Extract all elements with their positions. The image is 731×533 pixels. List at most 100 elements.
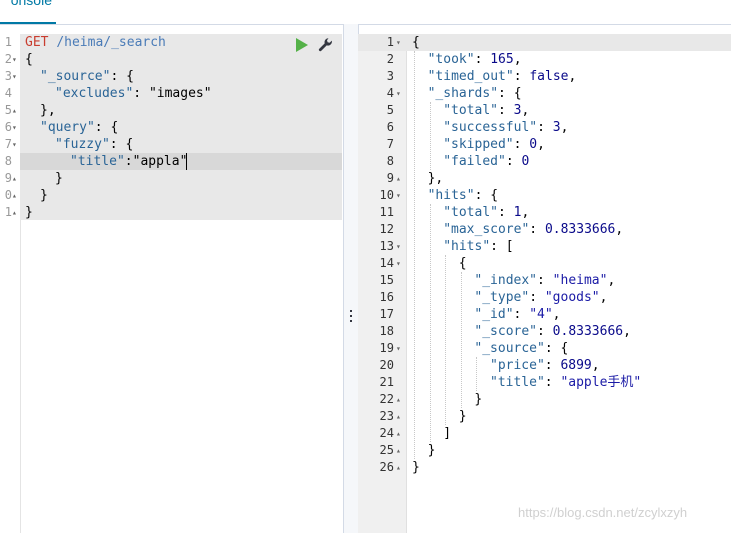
json-punct: : { [498, 86, 522, 101]
line-number: 10 [379, 188, 394, 202]
request-line[interactable]: 1 ▴} [0, 204, 342, 221]
fold-toggle-icon[interactable]: ▴ [396, 459, 401, 476]
request-line[interactable]: 9 ▴} [0, 170, 342, 187]
json-punct: : [513, 307, 530, 322]
line-number: 20 [379, 358, 394, 372]
request-line[interactable]: 1 GET /heima/_search [0, 34, 342, 51]
json-punct: : [133, 86, 149, 101]
json-punct: : [529, 222, 545, 237]
code-text: "failed": 0 [443, 153, 529, 170]
line-number: 18 [379, 324, 394, 338]
code-text: "took": 165, [428, 51, 522, 68]
fold-toggle-icon[interactable]: ▴ [396, 425, 401, 442]
json-punct: , [599, 290, 608, 305]
drag-handle-icon[interactable] [350, 310, 353, 322]
fold-toggle-icon[interactable]: ▴ [396, 170, 401, 187]
json-key: "hits" [427, 188, 475, 203]
fold-toggle-icon[interactable]: ▾ [396, 34, 401, 51]
fold-toggle-icon[interactable]: ▾ [12, 136, 17, 153]
json-punct: , [521, 103, 530, 118]
json-punct: , [568, 69, 577, 84]
fold-toggle-icon[interactable]: ▾ [396, 340, 401, 357]
request-line[interactable]: 6 ▾ "query": { [0, 119, 342, 136]
line-number: 5 [386, 103, 394, 117]
code-text: "_source": { [474, 340, 568, 357]
json-value: "appla" [132, 154, 188, 169]
response-viewer[interactable]: 1 ▾{2 "took": 165, 3 "timed_out": false, 4 ▾ "_… [358, 34, 731, 533]
request-line[interactable]: 7 ▾ "fuzzy": { [0, 136, 342, 153]
json-key: "_id" [474, 307, 514, 322]
json-punct: , [513, 52, 522, 67]
request-line[interactable]: 5 ▴}, [0, 102, 342, 119]
response-line: 5 "total": 3, [358, 102, 731, 119]
pane-divider[interactable] [343, 24, 359, 533]
line-number: 2 [4, 52, 12, 66]
line-number: 3 [386, 69, 394, 83]
json-punct: : [497, 103, 514, 118]
line-number: 26 [379, 460, 394, 474]
tab-console[interactable]: onsole [0, 0, 56, 24]
wrench-icon[interactable] [318, 37, 334, 53]
json-value: "4" [529, 307, 553, 322]
fold-toggle-icon[interactable]: ▾ [396, 255, 401, 272]
fold-toggle-icon[interactable]: ▴ [12, 102, 17, 119]
json-punct: }, [40, 103, 56, 118]
code-text: } [428, 442, 436, 459]
line-number: 7 [4, 137, 12, 151]
code-text: } [412, 459, 420, 476]
json-key: "took" [427, 52, 475, 67]
request-line[interactable]: 4 "excludes": "images" [0, 85, 342, 102]
request-line[interactable]: 0 ▴} [0, 187, 342, 204]
fold-toggle-icon[interactable]: ▾ [396, 187, 401, 204]
json-key: "title" [70, 154, 125, 169]
line-number: 8 [386, 154, 394, 168]
json-punct: , [623, 324, 631, 339]
response-line: 3 "timed_out": false, [358, 68, 731, 85]
fold-toggle-icon[interactable]: ▴ [12, 187, 17, 204]
fold-toggle-icon[interactable]: ▴ [396, 442, 401, 459]
fold-toggle-icon[interactable]: ▴ [396, 408, 401, 425]
line-number: 6 [4, 120, 12, 134]
json-key: "_shards" [427, 86, 499, 101]
line-number: 21 [379, 375, 394, 389]
fold-toggle-icon[interactable]: ▾ [396, 238, 401, 255]
json-key: "total" [443, 205, 498, 220]
response-line: 4 ▾ "_shards": { [358, 85, 731, 102]
code-text: "_source": { [40, 68, 134, 85]
code-text: "fuzzy": { [55, 136, 133, 153]
code-text: { [459, 255, 467, 272]
fold-toggle-icon[interactable]: ▾ [12, 119, 17, 136]
json-punct: : { [94, 120, 119, 135]
fold-toggle-icon[interactable]: ▴ [12, 204, 17, 221]
json-key: "title" [490, 375, 545, 390]
code-text: "price": 6899, [490, 357, 600, 374]
json-punct: } [427, 443, 436, 458]
fold-toggle-icon[interactable]: ▾ [12, 51, 17, 68]
request-line[interactable]: 3 ▾ "_source": { [0, 68, 342, 85]
json-punct: : [497, 205, 514, 220]
fold-toggle-icon[interactable]: ▾ [396, 85, 401, 102]
request-path: /heima/_search [56, 35, 166, 50]
line-number: 11 [379, 205, 394, 219]
json-key: "max_score" [443, 222, 530, 237]
play-icon[interactable] [296, 38, 308, 52]
fold-toggle-icon[interactable]: ▾ [12, 68, 17, 85]
request-editor[interactable]: 1 GET /heima/_search 2 ▾{3 ▾ "_source": {4 "ex… [0, 34, 342, 533]
response-line: 9 ▴}, [358, 170, 731, 187]
request-line[interactable]: 2 ▾ { [0, 51, 342, 68]
response-line: 22 ▴} [358, 391, 731, 408]
json-key: "hits" [443, 239, 491, 254]
fold-toggle-icon[interactable]: ▴ [396, 391, 401, 408]
request-line[interactable]: 8 "title":"appla" [0, 153, 342, 170]
line-number: 0 [4, 188, 12, 202]
code-text: "_type": "goods", [474, 289, 607, 306]
json-punct: : [ [490, 239, 514, 254]
response-line: 17 "_id": "4", [358, 306, 731, 323]
line-number: 5 [4, 103, 12, 117]
json-punct: } [412, 460, 420, 475]
response-line: 11 "total": 1, [358, 204, 731, 221]
line-number: 2 [386, 52, 394, 66]
json-value: false [529, 69, 569, 84]
fold-toggle-icon[interactable]: ▴ [12, 170, 17, 187]
json-punct: : [544, 358, 561, 373]
